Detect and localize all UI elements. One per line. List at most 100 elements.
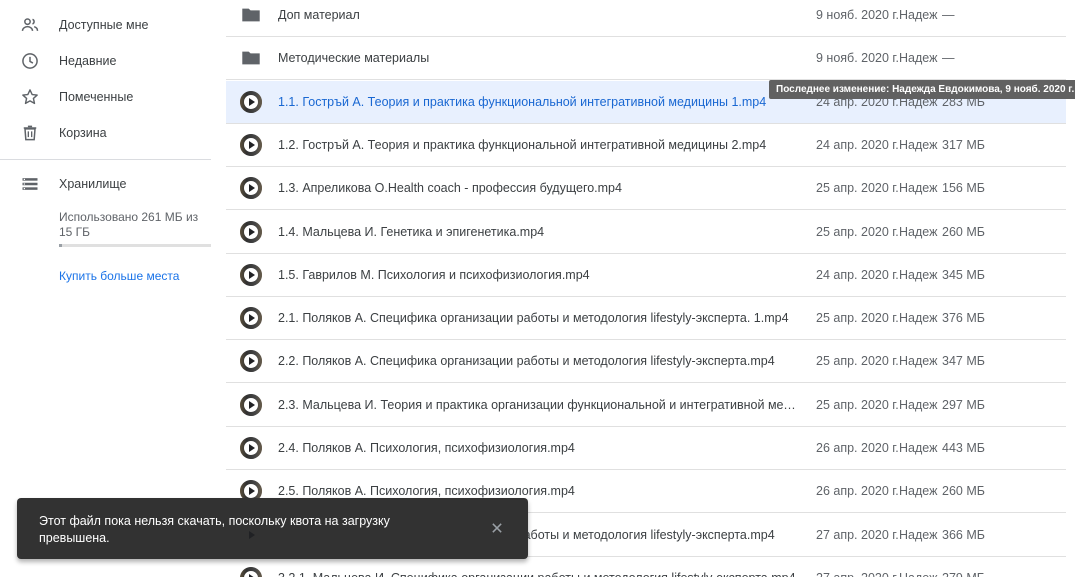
file-modified-date: 9 нояб. 2020 г. [816, 8, 899, 22]
file-size: 347 МБ [942, 354, 985, 368]
sidebar-divider [0, 159, 211, 160]
sidebar-item-shared[interactable]: Доступные мне [0, 7, 211, 43]
file-size: 376 МБ [942, 311, 985, 325]
close-icon[interactable] [487, 518, 507, 538]
file-size: 443 МБ [942, 441, 985, 455]
sidebar-item-label: Доступные мне [59, 18, 149, 32]
sidebar: Доступные мне Недавние Помеченные Корзин… [0, 0, 226, 577]
file-owner: Надеж [899, 8, 938, 22]
file-modified-date: 26 апр. 2020 г. [816, 441, 899, 455]
file-size: 345 МБ [942, 268, 985, 282]
file-modified-date: 25 апр. 2020 г. [816, 225, 899, 239]
file-row[interactable]: 1.2. Гостръй А. Теория и практика функци… [226, 124, 1066, 167]
file-modified-date: 25 апр. 2020 г. [816, 398, 899, 412]
file-name: 1.2. Гостръй А. Теория и практика функци… [278, 138, 767, 152]
file-name: Доп материал [278, 8, 360, 22]
file-modified-date: 25 апр. 2020 г. [816, 311, 899, 325]
file-owner: Надеж [899, 398, 938, 412]
file-modified-date: 9 нояб. 2020 г. [816, 51, 899, 65]
file-name: 1.3. Апреликова О.Health coach - професс… [278, 181, 622, 195]
file-name: 1.1. Гостръй А. Теория и практика функци… [278, 95, 767, 109]
file-name: Методические материалы [278, 51, 430, 65]
video-play-icon [240, 177, 262, 199]
quota-snackbar: Этот файл пока нельзя скачать, поскольку… [17, 498, 528, 559]
file-size: 366 МБ [942, 528, 985, 542]
file-name: 2.3. Мальцева И. Теория и практика орган… [278, 398, 798, 412]
storage-usage-fill [59, 244, 62, 247]
file-owner: Надеж [899, 138, 938, 152]
file-row[interactable]: 1.4. Мальцева И. Генетика и эпигенетика.… [226, 211, 1066, 254]
file-row[interactable]: Доп материал 9 нояб. 2020 г. Надеж — [226, 0, 1066, 37]
video-play-icon [240, 134, 262, 156]
storage-usage-text: Использовано 261 МБ из 15 ГБ [59, 210, 199, 239]
file-owner: Надеж [899, 225, 938, 239]
file-owner: Надеж [899, 181, 938, 195]
file-owner: Надеж [899, 571, 937, 577]
video-play-icon [240, 91, 262, 113]
star-icon [22, 89, 38, 105]
file-owner: Надеж [899, 441, 938, 455]
file-modified-date: 26 апр. 2020 г. [816, 484, 899, 498]
file-size: 297 МБ [942, 398, 985, 412]
file-row[interactable]: 2.1. Поляков А. Специфика организации ра… [226, 297, 1066, 340]
sidebar-item-storage[interactable]: Хранилище [0, 166, 211, 202]
file-name: 2.5. Поляков А. Психология, психофизиоло… [278, 484, 575, 498]
file-row[interactable]: 2.4. Поляков А. Психология, психофизиоло… [226, 427, 1066, 470]
storage-icon [22, 178, 38, 190]
sidebar-item-label: Корзина [59, 126, 107, 140]
file-name: 1.5. Гаврилов М. Психология и психофизио… [278, 268, 590, 282]
file-modified-date: 24 апр. 2020 г. [816, 268, 899, 282]
file-modified-date: 25 апр. 2020 г. [816, 354, 899, 368]
file-owner: Надеж [899, 51, 938, 65]
last-modified-tooltip: Последнее изменение: Надежда Евдокимова,… [769, 80, 1075, 99]
file-owner: Надеж [899, 268, 938, 282]
file-modified-date: 24 апр. 2020 г. [816, 138, 899, 152]
video-play-icon [240, 307, 262, 329]
sidebar-item-label: Помеченные [59, 90, 134, 104]
file-name: 3.2.1. Мальцева И. Специфика организации… [278, 571, 798, 577]
file-row[interactable]: 1.5. Гаврилов М. Психология и психофизио… [226, 254, 1066, 297]
clock-icon [22, 53, 38, 69]
file-owner: Надеж [899, 354, 938, 368]
file-name: 2.4. Поляков А. Психология, психофизиоло… [278, 441, 575, 455]
file-row[interactable]: 1.3. Апреликова О.Health coach - професс… [226, 167, 1066, 210]
file-size: 156 МБ [942, 181, 985, 195]
sidebar-item-trash[interactable]: Корзина [0, 115, 211, 151]
file-owner: Надеж [899, 528, 938, 542]
file-size: — [942, 8, 955, 22]
storage-usage-bar [59, 244, 211, 247]
file-size: 260 МБ [942, 484, 985, 498]
file-size: 260 МБ [942, 225, 985, 239]
file-name: 1.4. Мальцева И. Генетика и эпигенетика.… [278, 225, 545, 239]
snackbar-message: Этот файл пока нельзя скачать, поскольку… [39, 514, 390, 545]
sidebar-item-label: Хранилище [59, 177, 127, 191]
file-name: 2.2. Поляков А. Специфика организации ра… [278, 354, 775, 368]
trash-icon [23, 125, 37, 141]
file-modified-date: 27 апр. 2020 г. [816, 528, 899, 542]
video-play-icon [240, 437, 262, 459]
file-owner: Надеж [899, 311, 938, 325]
sidebar-item-starred[interactable]: Помеченные [0, 79, 211, 115]
shared-people-icon [21, 18, 39, 31]
sidebar-item-label: Недавние [59, 54, 117, 68]
file-size: 279 МБ [942, 571, 985, 577]
video-play-icon [240, 567, 262, 577]
file-row[interactable]: 3.2.1. Мальцева И. Специфика организации… [226, 557, 1066, 577]
file-modified-date: 27 апр. 2020 г. [816, 571, 899, 577]
folder-icon [242, 51, 260, 65]
folder-icon [242, 8, 260, 22]
video-play-icon [240, 264, 262, 286]
file-modified-date: 25 апр. 2020 г. [816, 181, 899, 195]
file-row[interactable]: 2.2. Поляков А. Специфика организации ра… [226, 340, 1066, 383]
video-play-icon [240, 394, 262, 416]
sidebar-item-recent[interactable]: Недавние [0, 43, 211, 79]
file-size: — [942, 51, 955, 65]
file-name: 2.1. Поляков А. Специфика организации ра… [278, 311, 789, 325]
file-size: 317 МБ [942, 138, 985, 152]
buy-storage-link[interactable]: Купить больше места [59, 269, 179, 283]
file-row[interactable]: Методические материалы 9 нояб. 2020 г. Над… [226, 37, 1066, 80]
file-row[interactable]: 2.3. Мальцева И. Теория и практика орган… [226, 384, 1066, 427]
file-owner: Надеж [899, 484, 938, 498]
video-play-icon [240, 221, 262, 243]
video-play-icon [240, 350, 262, 372]
